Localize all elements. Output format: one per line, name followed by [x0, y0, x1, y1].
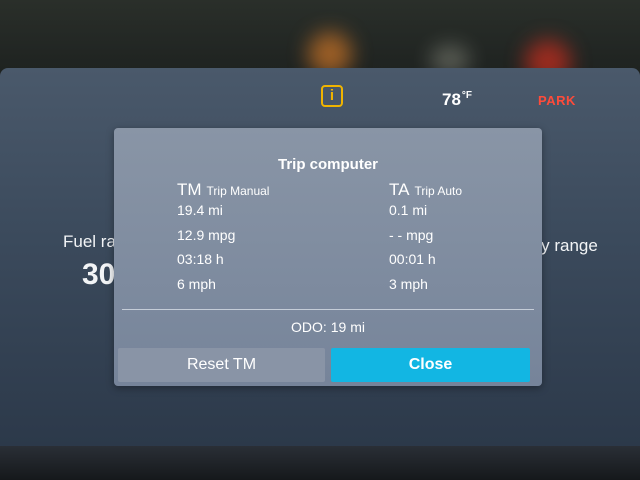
trip-manual-economy: 12.9 mpg	[177, 226, 236, 243]
trip-manual-column: TM Trip Manual 19.4 mi 12.9 mpg 03:18 h 6…	[177, 180, 269, 300]
trip-manual-code: TM	[177, 180, 202, 199]
outside-temperature: 78°F	[442, 90, 472, 110]
info-icon[interactable]: i	[321, 85, 343, 107]
trip-auto-code: TA	[389, 180, 410, 199]
trip-manual-header: TM Trip Manual	[177, 180, 269, 202]
reset-tm-button[interactable]: Reset TM	[118, 348, 325, 382]
fuel-range-label: Fuel ra	[63, 232, 116, 251]
lower-bezel	[0, 446, 640, 480]
gear-indicator: PARK	[538, 93, 576, 108]
odometer: ODO: 19 mi	[114, 319, 542, 335]
trip-auto-header: TA Trip Auto	[389, 180, 462, 202]
trip-auto-column: TA Trip Auto 0.1 mi - - mpg 00:01 h 3 mph	[389, 180, 462, 300]
trip-auto-time: 00:01 h	[389, 251, 436, 267]
trip-auto-speed: 3 mph	[389, 275, 428, 292]
temperature-unit: °F	[461, 90, 473, 101]
trip-auto-economy: - - mpg	[389, 226, 434, 243]
fuel-range-value: 30	[82, 258, 116, 291]
odometer-label: ODO:	[290, 319, 327, 335]
close-button[interactable]: Close	[331, 348, 530, 382]
odometer-value: 19 mi	[330, 319, 365, 335]
trip-manual-distance: 19.4 mi	[177, 202, 223, 218]
trip-manual-time: 03:18 h	[177, 251, 224, 267]
trip-computer-dialog: Trip computer TM Trip Manual 19.4 mi 12.9…	[114, 128, 542, 386]
divider	[122, 309, 534, 310]
trip-manual-speed: 6 mph	[177, 275, 216, 292]
trip-manual-name: Trip Manual	[206, 184, 270, 198]
trip-auto-distance: 0.1 mi	[389, 202, 428, 218]
trip-auto-name: Trip Auto	[414, 184, 463, 198]
temperature-value: 78	[442, 90, 461, 109]
dialog-title: Trip computer	[277, 156, 378, 173]
